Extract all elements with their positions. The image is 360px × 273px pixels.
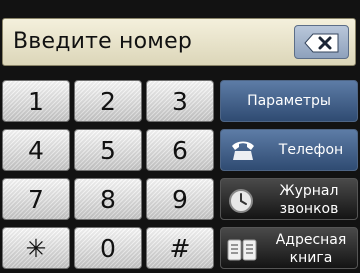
- key-star[interactable]: ✳: [2, 227, 70, 269]
- backspace-button[interactable]: [294, 25, 349, 59]
- call-history-button[interactable]: Журнал звонков: [220, 178, 358, 220]
- key-7[interactable]: 7: [2, 178, 70, 220]
- call-history-label: Журнал звонков: [279, 183, 339, 217]
- options-label: Параметры: [247, 93, 331, 109]
- key-9[interactable]: 9: [146, 178, 214, 220]
- number-entry-field[interactable]: Введите номер: [2, 18, 356, 66]
- key-8[interactable]: 8: [74, 178, 142, 220]
- dial-screen: Введите номер 1 2 3 4 5 6 7 8 9 ✳ 0 # Па…: [0, 0, 360, 273]
- clock-icon: [229, 189, 253, 213]
- key-5[interactable]: 5: [74, 129, 142, 171]
- key-1[interactable]: 1: [2, 80, 70, 122]
- phone-handset-icon: [232, 141, 254, 160]
- key-0[interactable]: 0: [74, 227, 142, 269]
- key-4[interactable]: 4: [2, 129, 70, 171]
- phone-label: Телефон: [278, 142, 344, 158]
- address-book-label: Адресная книга: [275, 232, 347, 266]
- key-hash[interactable]: #: [146, 227, 214, 269]
- options-button[interactable]: Параметры: [220, 80, 358, 122]
- backspace-icon: [304, 33, 339, 53]
- phone-button[interactable]: Телефон: [220, 129, 358, 171]
- number-entry-text: Введите номер: [13, 29, 192, 54]
- key-6[interactable]: 6: [146, 129, 214, 171]
- key-2[interactable]: 2: [74, 80, 142, 122]
- address-book-icon: [227, 239, 257, 261]
- address-book-button[interactable]: Адресная книга: [220, 227, 358, 269]
- key-3[interactable]: 3: [146, 80, 214, 122]
